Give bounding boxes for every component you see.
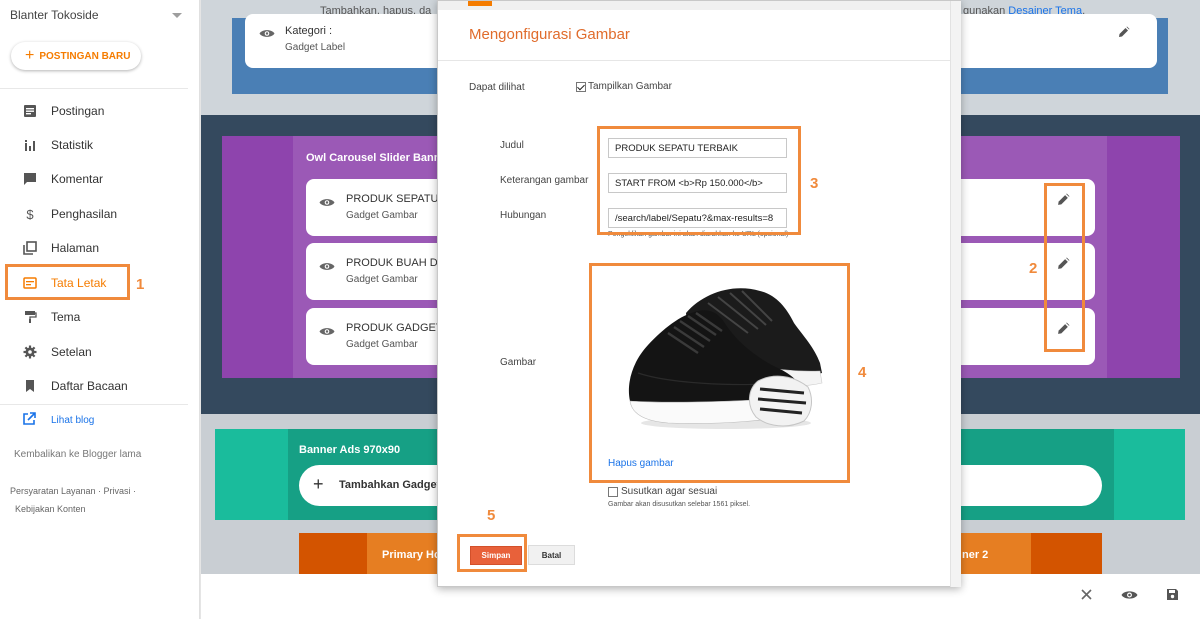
comment-icon bbox=[22, 171, 38, 187]
caption-label: Keterangan gambar bbox=[500, 175, 589, 186]
sidebar-item-label: Statistik bbox=[51, 138, 94, 152]
primary-section-right-title: ner 2 bbox=[962, 549, 989, 561]
sidebar-item-postingan[interactable]: Postingan bbox=[0, 96, 188, 126]
annotation-number-1: 1 bbox=[136, 276, 145, 293]
annotation-box-2 bbox=[1044, 183, 1085, 352]
sidebar-item-penghasilan[interactable]: $ Penghasilan bbox=[0, 199, 188, 229]
paint-roller-icon bbox=[22, 309, 38, 325]
gadget-title: PRODUK GADGET bbox=[346, 322, 443, 334]
carousel-section-title: Owl Carousel Slider Banne bbox=[306, 152, 447, 164]
external-link-icon bbox=[22, 412, 36, 429]
shrink-checkbox[interactable] bbox=[608, 486, 618, 497]
eye-icon[interactable] bbox=[319, 324, 335, 342]
gadget-title: Kategori : bbox=[285, 25, 333, 37]
annotation-box-5 bbox=[457, 534, 527, 572]
image-label: Gambar bbox=[500, 357, 537, 368]
visible-label: Dapat dilihat bbox=[469, 82, 525, 93]
cancel-button[interactable]: Batal bbox=[528, 545, 575, 565]
dialog-scrollbar[interactable] bbox=[950, 1, 961, 587]
annotation-box-3 bbox=[597, 126, 801, 235]
dialog-top-strip bbox=[438, 1, 950, 10]
annotation-number-2: 2 bbox=[1029, 260, 1038, 277]
annotation-number-4: 4 bbox=[858, 364, 867, 381]
shrink-hint: Gambar akan disusutkan selebar 1561 piks… bbox=[608, 501, 751, 508]
sidebar-item-label: Komentar bbox=[51, 172, 104, 186]
view-blog-label: Lihat blog bbox=[51, 415, 95, 426]
eye-icon[interactable] bbox=[319, 195, 335, 213]
title-label: Judul bbox=[500, 140, 524, 151]
add-gadget-label: Tambahkan Gadget bbox=[339, 479, 441, 491]
sidebar-item-statistik[interactable]: Statistik bbox=[0, 130, 188, 160]
sidebar-item-komentar[interactable]: Komentar bbox=[0, 164, 188, 194]
sidebar-item-halaman[interactable]: Halaman bbox=[0, 233, 188, 263]
blog-name: Blanter Tokoside bbox=[10, 8, 99, 22]
gadget-title: PRODUK SEPATU bbox=[346, 193, 439, 205]
gear-icon bbox=[22, 344, 38, 360]
show-image-checkbox[interactable] bbox=[576, 81, 586, 92]
annotation-box-4 bbox=[589, 263, 850, 483]
annotation-number-3: 3 bbox=[810, 175, 819, 192]
plus-icon: + bbox=[25, 47, 35, 64]
eye-icon[interactable] bbox=[259, 26, 275, 44]
gadget-subtitle: Gadget Label bbox=[285, 42, 346, 53]
shrink-label: Susutkan agar sesuai bbox=[621, 486, 718, 497]
divider bbox=[0, 404, 188, 405]
sidebar-item-label: Setelan bbox=[51, 345, 92, 359]
new-post-label: POSTINGAN BARU bbox=[39, 50, 131, 62]
footer-links[interactable]: Persyaratan Layanan · Privasi · bbox=[10, 486, 136, 496]
gadget-title: PRODUK BUAH DA bbox=[346, 257, 446, 269]
new-post-button[interactable]: + POSTINGAN BARU bbox=[11, 42, 141, 70]
annotation-number-5: 5 bbox=[487, 507, 496, 524]
edit-pencil-icon[interactable] bbox=[1118, 25, 1130, 43]
sidebar-item-setelan[interactable]: Setelan bbox=[0, 337, 188, 367]
gadget-subtitle: Gadget Gambar bbox=[346, 339, 418, 350]
blogger-logo-fragment bbox=[468, 1, 492, 6]
show-image-checkbox-row[interactable]: Tampilkan Gambar bbox=[576, 81, 672, 92]
annotation-box-1 bbox=[5, 264, 130, 300]
divider bbox=[0, 88, 188, 89]
preview-eye-icon[interactable] bbox=[1121, 588, 1138, 606]
sidebar-item-daftar-bacaan[interactable]: Daftar Bacaan bbox=[0, 371, 188, 401]
bookmark-icon bbox=[22, 378, 38, 394]
link-label: Hubungan bbox=[500, 210, 547, 221]
shrink-checkbox-row[interactable]: Susutkan agar sesuai bbox=[608, 486, 717, 497]
sidebar-item-label: Tema bbox=[51, 310, 81, 324]
save-disk-icon[interactable] bbox=[1166, 588, 1179, 606]
gadget-subtitle: Gadget Gambar bbox=[346, 210, 418, 221]
chevron-down-icon bbox=[172, 13, 182, 18]
dollar-icon: $ bbox=[26, 206, 34, 222]
sidebar: Blanter Tokoside + POSTINGAN BARU Postin… bbox=[0, 0, 200, 619]
gadget-subtitle: Gadget Gambar bbox=[346, 274, 418, 285]
sidebar-item-label: Halaman bbox=[51, 241, 100, 255]
show-image-label: Tampilkan Gambar bbox=[588, 81, 672, 92]
pages-icon bbox=[22, 240, 38, 256]
stats-icon bbox=[22, 137, 38, 153]
posts-icon bbox=[22, 103, 38, 119]
sidebar-item-label: Daftar Bacaan bbox=[51, 379, 128, 393]
dialog-title: Mengonfigurasi Gambar bbox=[469, 26, 630, 43]
blog-selector[interactable]: Blanter Tokoside bbox=[10, 8, 190, 26]
sidebar-item-tema[interactable]: Tema bbox=[0, 302, 188, 332]
divider bbox=[438, 60, 950, 61]
view-blog-link[interactable]: Lihat blog bbox=[22, 412, 94, 429]
revert-old-blogger-link[interactable]: Kembalikan ke Blogger lama bbox=[14, 449, 141, 460]
banner-section-title: Banner Ads 970x90 bbox=[299, 444, 401, 456]
eye-icon[interactable] bbox=[319, 259, 335, 277]
close-icon[interactable] bbox=[1080, 588, 1093, 606]
sidebar-item-label: Postingan bbox=[51, 104, 105, 118]
primary-section-left-title: Primary Ho bbox=[382, 549, 441, 561]
sidebar-item-label: Penghasilan bbox=[51, 207, 118, 221]
content-policy-link[interactable]: Kebijakan Konten bbox=[15, 504, 86, 514]
plus-icon: + bbox=[313, 474, 324, 494]
